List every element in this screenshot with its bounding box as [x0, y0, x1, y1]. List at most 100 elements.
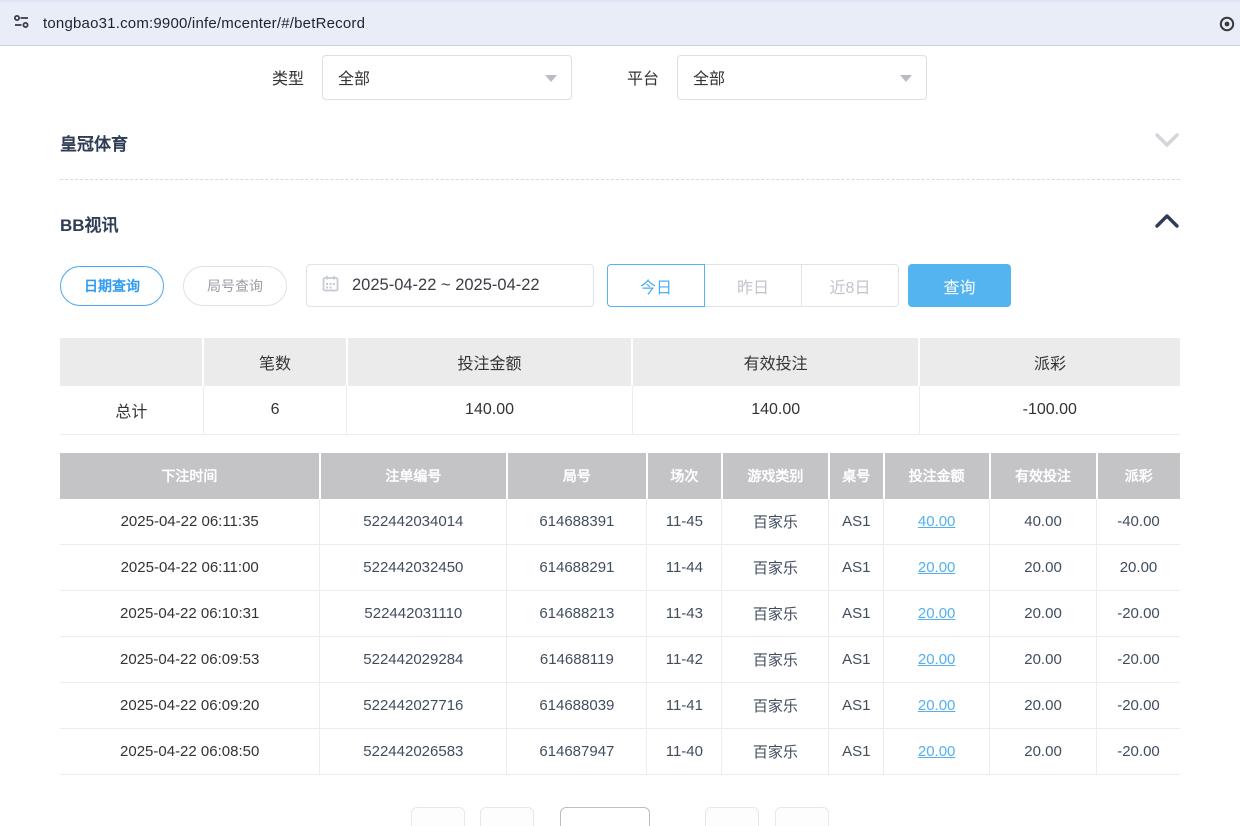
header-valid-bet: 有效投注 — [990, 453, 1097, 499]
cell-game: 百家乐 — [722, 637, 829, 683]
cell-bet_amount: 20.00 — [884, 545, 990, 591]
cell-session: 11-41 — [647, 683, 722, 729]
table-row: 2025-04-22 06:11:35522442034014614688391… — [60, 499, 1180, 545]
pagination-next-button[interactable] — [705, 807, 759, 826]
cell-payout: -20.00 — [1097, 637, 1181, 683]
platform-select-value: 全部 — [693, 65, 725, 89]
bet-record-page: 类型 全部 平台 全部 皇冠体育 BB视讯 日期查询 — [0, 54, 1240, 826]
cell-valid_bet: 20.00 — [990, 591, 1097, 637]
bet-amount-link[interactable]: 20.00 — [918, 605, 956, 622]
cell-time: 2025-04-22 06:09:53 — [60, 637, 320, 683]
cell-valid_bet: 20.00 — [990, 729, 1097, 775]
table-row: 2025-04-22 06:10:31522442031110614688213… — [60, 591, 1180, 637]
bb-video-title: BB视讯 — [60, 211, 119, 236]
crown-sports-title: 皇冠体育 — [60, 130, 128, 155]
header-bet-amount: 投注金额 — [884, 453, 990, 499]
cell-game: 百家乐 — [722, 499, 829, 545]
header-game-type: 游戏类别 — [722, 453, 829, 499]
cell-table_no: AS1 — [829, 683, 884, 729]
cell-table_no: AS1 — [829, 499, 884, 545]
cell-round_no: 614688391 — [507, 499, 647, 545]
url-text[interactable]: tongbao31.com:9900/infe/mcenter/#/betRec… — [43, 15, 365, 32]
cell-payout: -20.00 — [1097, 591, 1181, 637]
cell-round_no: 614687947 — [507, 729, 647, 775]
cell-table_no: AS1 — [829, 729, 884, 775]
yesterday-label: 昨日 — [737, 274, 769, 298]
cell-time: 2025-04-22 06:08:50 — [60, 729, 320, 775]
today-button[interactable]: 今日 — [607, 264, 705, 307]
tune-icon[interactable] — [12, 12, 31, 36]
cell-bet_amount: 20.00 — [884, 683, 990, 729]
date-range-picker[interactable]: 2025-04-22 ~ 2025-04-22 — [306, 264, 594, 307]
type-select-value: 全部 — [338, 65, 370, 89]
summary-header-count: 笔数 — [203, 338, 346, 386]
round-query-label: 局号查询 — [207, 276, 263, 296]
pagination-first-button[interactable] — [411, 807, 465, 826]
type-select[interactable]: 全部 — [322, 55, 572, 100]
pagination-prev-button[interactable] — [480, 807, 534, 826]
platform-filter-label: 平台 — [627, 65, 659, 89]
date-query-tab[interactable]: 日期查询 — [60, 266, 164, 306]
cell-round_no: 614688119 — [507, 637, 647, 683]
cell-valid_bet: 20.00 — [990, 637, 1097, 683]
pagination-last-button[interactable] — [775, 807, 829, 826]
bet-amount-link[interactable]: 20.00 — [918, 559, 956, 576]
cell-time: 2025-04-22 06:11:00 — [60, 545, 320, 591]
cell-bet_no: 522442029284 — [320, 637, 507, 683]
last8days-label: 近8日 — [830, 274, 871, 298]
cell-session: 11-42 — [647, 637, 722, 683]
bet-amount-link[interactable]: 20.00 — [918, 697, 956, 714]
bet-table-body: 2025-04-22 06:11:35522442034014614688391… — [60, 499, 1180, 775]
pagination-page-input[interactable] — [560, 807, 650, 826]
chevron-down-icon — [545, 75, 557, 82]
section-bb-video[interactable]: BB视讯 — [60, 200, 1180, 247]
summary-header-payout: 派彩 — [919, 338, 1180, 386]
round-query-tab[interactable]: 局号查询 — [183, 266, 287, 306]
browser-url-bar[interactable]: tongbao31.com:9900/infe/mcenter/#/betRec… — [0, 0, 1240, 46]
cell-game: 百家乐 — [722, 683, 829, 729]
cell-payout: 20.00 — [1097, 545, 1181, 591]
summary-table: 笔数 投注金额 有效投注 派彩 总计 6 140.00 140.00 -100.… — [60, 338, 1180, 435]
chevron-down-icon[interactable] — [1154, 132, 1180, 153]
bet-amount-link[interactable]: 20.00 — [918, 651, 956, 668]
quick-date-group: 今日 昨日 近8日 — [607, 264, 899, 307]
target-icon[interactable] — [1218, 15, 1236, 38]
filter-row: 类型 全部 平台 全部 — [60, 54, 1180, 100]
pagination — [60, 807, 1180, 826]
cell-bet_amount: 20.00 — [884, 729, 990, 775]
query-toolbar: 日期查询 局号查询 2025-04-22 ~ 2025-04-22 — [60, 264, 1180, 307]
cell-session: 11-40 — [647, 729, 722, 775]
cell-payout: -20.00 — [1097, 729, 1181, 775]
yesterday-button[interactable]: 昨日 — [704, 264, 802, 307]
header-table-no: 桌号 — [829, 453, 884, 499]
header-bet-time: 下注时间 — [60, 453, 320, 499]
date-range-value: 2025-04-22 ~ 2025-04-22 — [352, 276, 540, 295]
bet-amount-link[interactable]: 20.00 — [918, 743, 956, 760]
cell-game: 百家乐 — [722, 545, 829, 591]
search-button[interactable]: 查询 — [908, 264, 1011, 307]
cell-bet_no: 522442032450 — [320, 545, 507, 591]
summary-payout-value: -100.00 — [919, 386, 1180, 434]
table-row: 2025-04-22 06:09:20522442027716614688039… — [60, 683, 1180, 729]
bet-table-header-row: 下注时间 注单编号 局号 场次 游戏类别 桌号 投注金额 有效投注 派彩 — [60, 453, 1180, 499]
cell-bet_amount: 20.00 — [884, 591, 990, 637]
summary-header-bet-amount: 投注金额 — [347, 338, 633, 386]
cell-round_no: 614688039 — [507, 683, 647, 729]
section-crown-sports[interactable]: 皇冠体育 — [60, 119, 1180, 166]
cell-round_no: 614688213 — [507, 591, 647, 637]
bet-amount-link[interactable]: 40.00 — [918, 513, 956, 530]
chevron-up-icon[interactable] — [1154, 213, 1180, 234]
summary-bet-amount-value: 140.00 — [347, 386, 633, 434]
last8days-button[interactable]: 近8日 — [801, 264, 899, 307]
cell-session: 11-43 — [647, 591, 722, 637]
cell-valid_bet: 20.00 — [990, 545, 1097, 591]
section-divider — [60, 179, 1180, 180]
cell-table_no: AS1 — [829, 545, 884, 591]
cell-bet_no: 522442027716 — [320, 683, 507, 729]
cell-time: 2025-04-22 06:10:31 — [60, 591, 320, 637]
platform-select[interactable]: 全部 — [677, 55, 927, 100]
header-round-no: 局号 — [507, 453, 647, 499]
header-bet-no: 注单编号 — [320, 453, 507, 499]
summary-total-label: 总计 — [60, 386, 203, 434]
cell-valid_bet: 40.00 — [990, 499, 1097, 545]
